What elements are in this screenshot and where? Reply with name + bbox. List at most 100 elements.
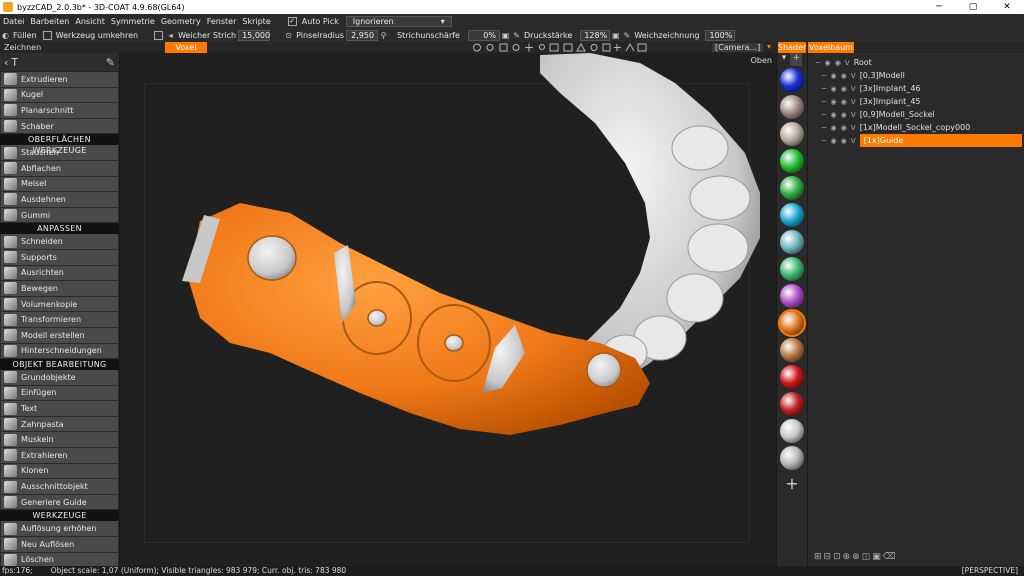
tool-item[interactable]: Bewegen (1, 281, 118, 297)
tool-item[interactable]: Schaber (1, 118, 118, 135)
shader-sphere[interactable] (780, 203, 804, 227)
menu-datei[interactable]: Datei (0, 17, 27, 26)
tool-item[interactable]: Generiere Guide (1, 494, 118, 511)
new-shader-plus-icon[interactable]: + (777, 474, 807, 493)
visibility-icon[interactable]: ─ ◉ ◉ (822, 72, 848, 80)
visibility-icon[interactable]: ─ ◉ ◉ (822, 124, 848, 132)
visibility-icon[interactable]: ─ ◉ ◉ (822, 111, 848, 119)
shader-sphere[interactable] (780, 446, 804, 470)
stroke-sharpness-field[interactable]: 0% (467, 29, 500, 41)
tool-item[interactable]: Kugel (1, 87, 118, 104)
layer-flag[interactable]: V (851, 111, 857, 119)
grid-icon[interactable] (499, 43, 508, 52)
root-flag[interactable]: V (845, 59, 851, 67)
close-button[interactable]: ✕ (990, 0, 1024, 14)
tree-row[interactable]: ─ ◉ ◉ V [1x]Modell_Sockel_copy000 (808, 121, 1024, 134)
menu-skripte[interactable]: Skripte (239, 17, 273, 26)
tree-row[interactable]: ─ ◉ ◉ V [3x]Implant_45 (808, 95, 1024, 108)
tool-item[interactable]: Meisel (1, 176, 118, 193)
camera-dropdown[interactable]: [Camera...] (712, 43, 764, 52)
screenshot-icon[interactable] (563, 43, 573, 52)
menu-barbeiten[interactable]: Barbeiten (27, 17, 72, 26)
ortho-icon[interactable] (590, 44, 598, 51)
visibility-icon[interactable]: ─ ◉ ◉ (822, 85, 848, 93)
tool-item[interactable]: Zahnpasta (1, 416, 118, 433)
layer-flag[interactable]: V (851, 85, 857, 93)
tooth-3[interactable] (687, 223, 749, 273)
soft-stroke-checkbox[interactable] (154, 30, 164, 40)
shader-sphere[interactable] (780, 392, 804, 416)
shader-sphere[interactable] (780, 419, 804, 443)
shader-sphere[interactable] (780, 149, 804, 173)
auto-pick-dropdown[interactable]: Ignorieren ▾ (345, 15, 452, 27)
layer-flag[interactable]: V (851, 124, 857, 132)
tree-row[interactable]: ─ ◉ ◉ V [1x]Guide (808, 134, 1024, 147)
tree-action-icons[interactable]: ⊞⊟⊡⊕⊗◫▣⌫ (814, 552, 897, 562)
tool-item[interactable]: Hinterschneidungen (1, 343, 118, 360)
tree-row[interactable]: ─ ◉ ◉ V [3x]Implant_46 (808, 82, 1024, 95)
pressure-options-icon[interactable]: ▣ (611, 31, 620, 40)
shader-sphere[interactable] (780, 338, 804, 362)
tool-item[interactable]: Ausdehnen (1, 192, 118, 208)
menu-geometry[interactable]: Geometry (158, 17, 204, 26)
shader-sphere[interactable] (780, 365, 804, 389)
shading-icon[interactable] (473, 43, 481, 52)
menu-fenster[interactable]: Fenster (204, 17, 240, 26)
tab-voxelbaum[interactable]: Voxelbaum (808, 42, 854, 53)
shader-sphere[interactable] (780, 176, 804, 200)
layer-flag[interactable]: V (851, 98, 857, 106)
tool-item[interactable]: Löschen (1, 552, 118, 566)
visibility-icon[interactable]: ─ ◉ ◉ (822, 137, 848, 145)
tree-root-row[interactable]: ─ ◉ ◉ V Root (808, 56, 1024, 69)
maximize-button[interactable]: ▢ (956, 0, 990, 14)
auto-pick-checkbox[interactable]: ✓ (287, 16, 297, 26)
move-icon[interactable] (525, 43, 533, 52)
minimize-button[interactable]: ─ (922, 0, 956, 14)
home-icon[interactable] (576, 42, 586, 52)
tools-arrow-icon[interactable]: ‹ (4, 56, 8, 69)
tool-item[interactable]: Schneiden (1, 234, 118, 250)
menu-symmetrie[interactable]: Symmetrie (108, 17, 158, 26)
tool-item[interactable]: Text (1, 401, 118, 417)
implant-hole-2[interactable] (367, 309, 387, 327)
tab-shader[interactable]: Shader (778, 42, 806, 53)
layer-flag[interactable]: V (851, 72, 857, 80)
zoom-icon[interactable] (539, 44, 545, 50)
tool-item[interactable]: Ausrichten (1, 265, 118, 282)
tool-item[interactable]: Planarschnitt (1, 103, 118, 119)
dental-model-render[interactable] (120, 53, 776, 566)
text-tool-icon[interactable]: T (11, 56, 18, 69)
stroke-options-icon[interactable]: ▣ (501, 31, 510, 40)
3d-viewport[interactable]: Oben (120, 53, 776, 566)
tool-item[interactable]: Transformieren (1, 312, 118, 328)
shader-sphere[interactable] (780, 122, 804, 146)
shader-sphere[interactable] (780, 68, 804, 92)
tab-voxel[interactable]: Voxel (165, 42, 207, 53)
axis-icon[interactable] (614, 44, 621, 51)
tool-item[interactable]: Grundobjekte (1, 370, 118, 386)
tool-item[interactable]: Ausschnittobjekt (1, 479, 118, 495)
layer-flag[interactable]: V (851, 137, 857, 145)
shader-sphere[interactable] (780, 95, 804, 119)
frame-icon[interactable] (549, 43, 559, 52)
tab-zeichnen[interactable]: Zeichnen (4, 43, 41, 52)
tool-item[interactable]: Supports (1, 249, 118, 266)
cube-icon[interactable] (602, 43, 611, 52)
add-shader-icon[interactable]: + (790, 53, 803, 66)
rotate-icon[interactable] (512, 44, 520, 51)
shader-sphere[interactable] (780, 284, 804, 308)
soft-stroke-field[interactable]: 15,000 (238, 29, 271, 41)
tree-row[interactable]: ─ ◉ ◉ V [0,3]Modell (808, 69, 1024, 82)
camera-dropdown-arrow-icon[interactable]: ▾ (767, 42, 771, 51)
projection-mode[interactable]: [PERSPECTIVE] (962, 566, 1018, 576)
tool-item[interactable]: Klonen (1, 463, 118, 480)
guide-body[interactable] (188, 203, 650, 435)
shader-menu-icon[interactable]: ▾ (782, 53, 787, 66)
tool-item[interactable]: Gummi (1, 207, 118, 224)
tooth-1[interactable] (671, 125, 729, 171)
tool-item[interactable]: Modell erstellen (1, 327, 118, 344)
camera-icon[interactable] (637, 43, 647, 52)
tooth-2[interactable] (689, 175, 751, 221)
pressure-field[interactable]: 128% (580, 29, 611, 41)
tree-row[interactable]: ─ ◉ ◉ V [0,9]Modell_Sockel (808, 108, 1024, 121)
